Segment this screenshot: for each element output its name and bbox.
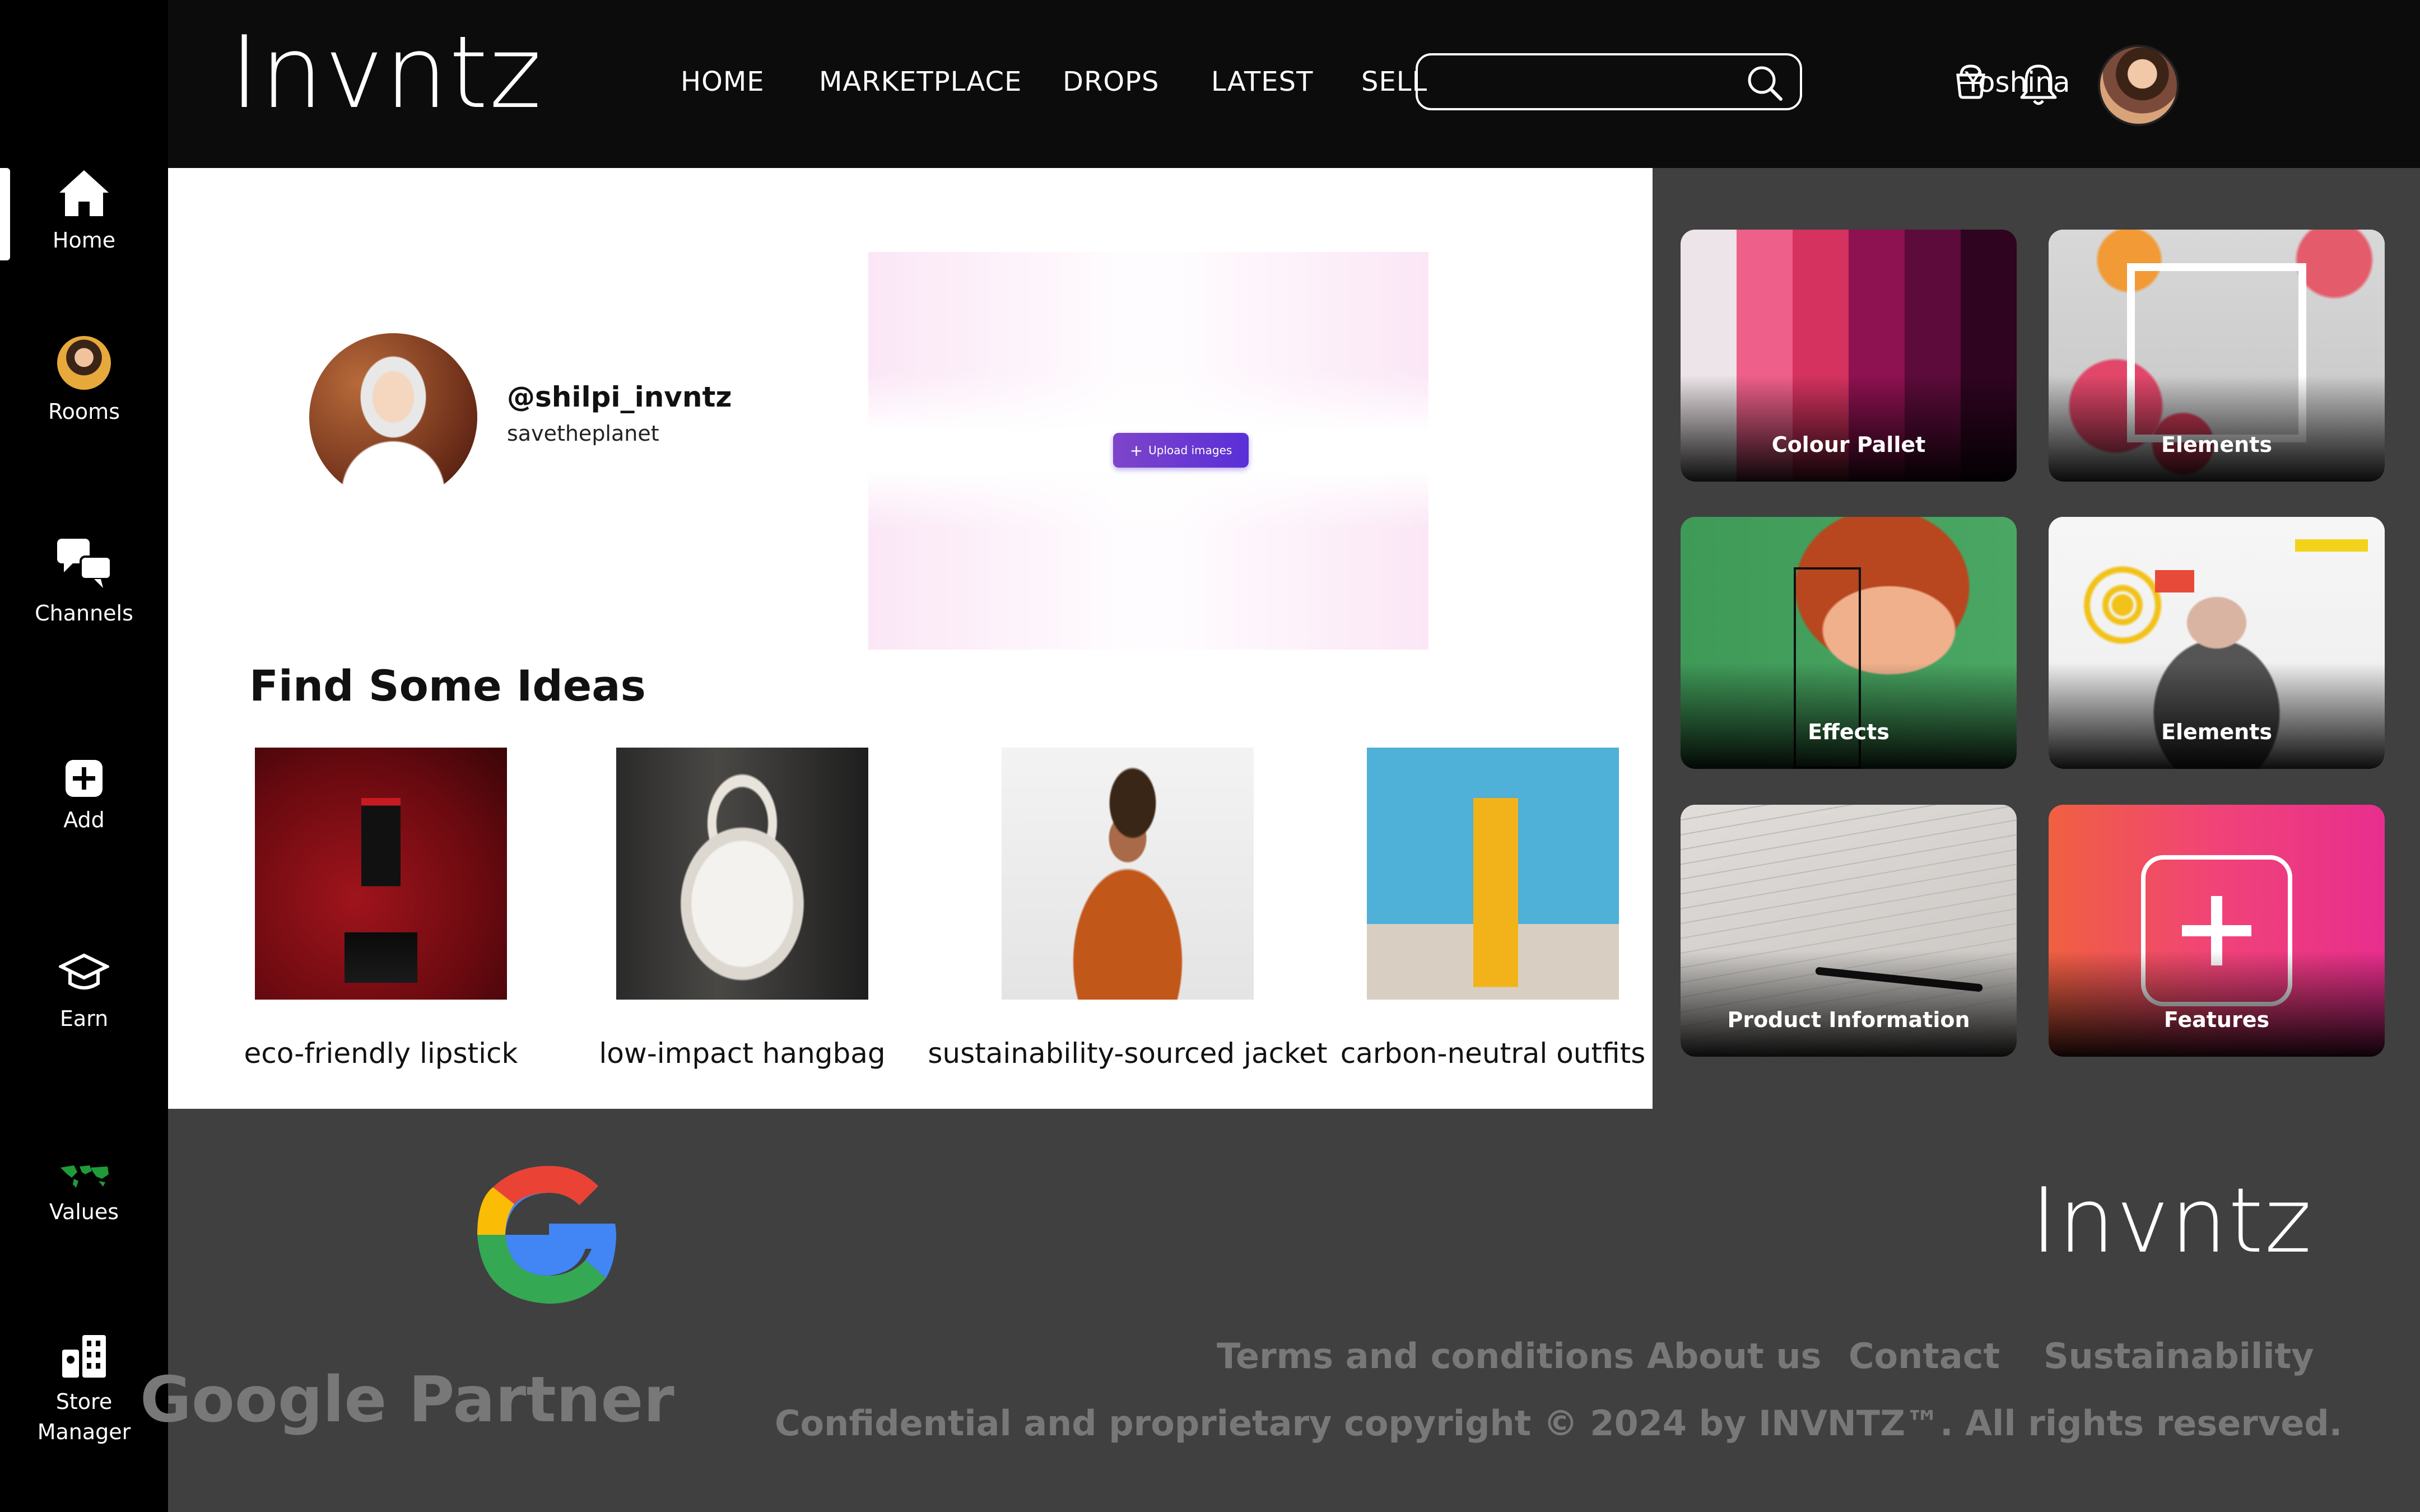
sidebar-item-add[interactable]: Add [0, 759, 168, 835]
upload-label: Upload images [1148, 444, 1232, 457]
tool-card-features[interactable]: Features [2049, 805, 2385, 1057]
footer-logo[interactable]: Invntz [2031, 1170, 2312, 1271]
tool-card-product-information[interactable]: Product Information [1681, 805, 2017, 1057]
footer-link-contact[interactable]: Contact [1849, 1336, 2000, 1376]
profile-panel: + Upload images @shilpi_invntz savethepl… [168, 168, 1653, 1109]
idea-caption: low-impact hangbag [599, 1037, 886, 1070]
card-title: Effects [1808, 720, 1890, 744]
search-input[interactable] [1416, 53, 1802, 110]
nav-marketplace[interactable]: MARKETPLACE [819, 66, 1022, 97]
tools-panel: Colour Pallet Elements Effects Elements … [1653, 168, 2420, 1109]
profile-handle: @shilpi_invntz [507, 381, 732, 413]
tool-card-elements[interactable]: Elements [2049, 230, 2385, 482]
card-title: Colour Pallet [1771, 432, 1926, 457]
home-icon [59, 170, 109, 216]
google-partner-label: Google Partner [140, 1364, 674, 1436]
tool-card-effects[interactable]: Effects [1681, 517, 2017, 769]
tool-card-colour-pallet[interactable]: Colour Pallet [1681, 230, 2017, 482]
plus-icon: + [1129, 441, 1143, 460]
card-title: Product Information [1727, 1007, 1970, 1032]
card-shade [1681, 662, 2017, 769]
sidebar-item-home[interactable]: Home [0, 168, 168, 255]
nav-home[interactable]: HOME [681, 66, 765, 97]
nav-drops[interactable]: DROPS [1063, 66, 1160, 97]
sidebar-item-channels[interactable]: Channels [0, 538, 168, 628]
red-square-shape [2155, 570, 2194, 592]
footer-link-sustainability[interactable]: Sustainability [2044, 1336, 2314, 1376]
section-title: Find Some Ideas [249, 661, 646, 711]
sidebar-item-label: Rooms [48, 399, 120, 424]
card-shade [1681, 375, 2017, 482]
copyright-text: Confidential and proprietary copyright ©… [775, 1403, 2343, 1444]
upload-images-button[interactable]: + Upload images [1113, 433, 1249, 468]
jacket-image [1002, 748, 1254, 1000]
footer-link-terms[interactable]: Terms and conditions [1217, 1336, 1634, 1376]
sidebar: Home Rooms Channels Add Earn Values Stor… [0, 0, 168, 1512]
sidebar-item-label: Home [52, 228, 116, 253]
idea-caption: sustainability-sourced jacket [928, 1037, 1328, 1070]
idea-card-lipstick[interactable]: eco-friendly lipstick [244, 748, 518, 1070]
search-icon[interactable] [1745, 63, 1784, 102]
idea-caption: carbon-neutral outfits [1340, 1037, 1646, 1070]
profile-tagline: savetheplanet [507, 421, 659, 446]
app-logo[interactable]: Invntz [230, 17, 543, 129]
nav-latest[interactable]: LATEST [1211, 66, 1313, 97]
card-shade [2049, 375, 2385, 482]
card-title: Elements [2161, 432, 2272, 457]
footer-link-about[interactable]: About us [1647, 1336, 1821, 1376]
idea-card-outfits[interactable]: carbon-neutral outfits [1341, 748, 1645, 1070]
user-avatar[interactable] [2098, 45, 2179, 126]
sidebar-item-label: Earn [59, 1006, 109, 1031]
card-title: Features [2163, 1007, 2270, 1032]
world-map-icon [61, 1165, 109, 1188]
yellow-bar-shape [2295, 539, 2368, 552]
sidebar-item-earn[interactable]: Earn [0, 952, 168, 1034]
idea-card-jacket[interactable]: sustainability-sourced jacket [928, 748, 1328, 1070]
handbag-image [616, 748, 868, 1000]
card-title: Elements [2161, 720, 2272, 744]
outfits-image [1367, 748, 1619, 1000]
plus-square-icon [66, 760, 103, 797]
card-shade [1681, 950, 2017, 1057]
user-name[interactable]: Yoshina [1965, 66, 2070, 99]
google-logo [477, 1166, 616, 1304]
idea-caption: eco-friendly lipstick [244, 1037, 518, 1070]
profile-avatar[interactable] [309, 333, 477, 501]
card-shade [2049, 950, 2385, 1057]
sidebar-item-label: Values [49, 1200, 119, 1224]
sidebar-item-values[interactable]: Values [0, 1162, 168, 1227]
lipstick-image [255, 748, 507, 1000]
top-bar: Invntz HOME MARKETPLACE DROPS LATEST SEL… [168, 0, 2420, 168]
graduation-cap-icon [59, 953, 109, 990]
sidebar-item-label: Add [63, 808, 105, 832]
chat-bubbles-icon [57, 539, 112, 588]
sidebar-item-label: Channels [35, 601, 133, 626]
sidebar-item-rooms[interactable]: Rooms [0, 336, 168, 427]
store-manager-icon [62, 1335, 106, 1378]
tool-card-elements-2[interactable]: Elements [2049, 517, 2385, 769]
card-shade [2049, 662, 2385, 769]
avatar-icon [57, 336, 111, 390]
idea-card-handbag[interactable]: low-impact hangbag [599, 748, 886, 1070]
